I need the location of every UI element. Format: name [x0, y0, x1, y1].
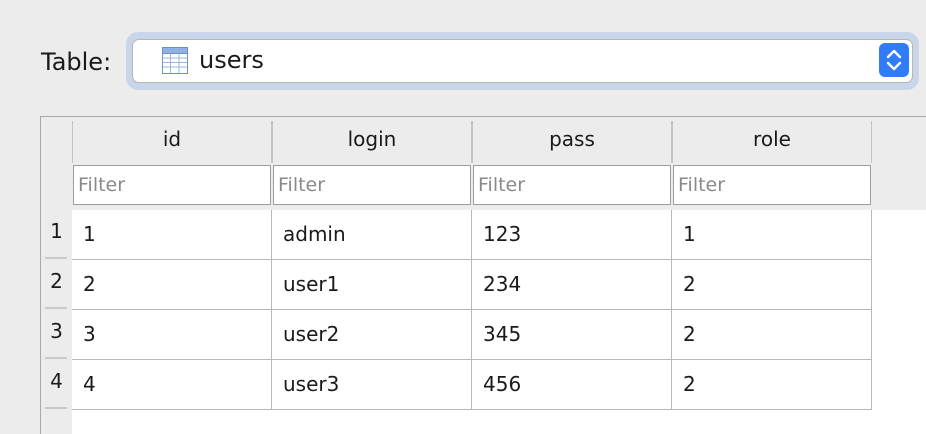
- cell-role[interactable]: 2: [672, 310, 872, 360]
- chevron-up-down-icon: [886, 49, 902, 71]
- table-label: Table:: [41, 48, 112, 76]
- table-select-value: users: [199, 46, 264, 74]
- table-row: 2 user1 234 2: [72, 260, 872, 310]
- row-divider: [45, 357, 67, 359]
- cell-pass[interactable]: 456: [472, 360, 672, 410]
- column-header-login[interactable]: login: [272, 121, 472, 163]
- row-number[interactable]: 3: [41, 311, 72, 361]
- cell-id[interactable]: 1: [72, 210, 272, 260]
- cell-role[interactable]: 1: [672, 210, 872, 260]
- filter-input-login[interactable]: [273, 165, 471, 205]
- cell-pass[interactable]: 123: [472, 210, 672, 260]
- row-number[interactable]: 2: [41, 261, 72, 311]
- cell-login[interactable]: user1: [272, 260, 472, 310]
- column-header-pass[interactable]: pass: [472, 121, 672, 163]
- cell-id[interactable]: 4: [72, 360, 272, 410]
- cell-id[interactable]: 2: [72, 260, 272, 310]
- cell-login[interactable]: admin: [272, 210, 472, 260]
- select-stepper-button[interactable]: [879, 43, 909, 77]
- table-select[interactable]: users: [132, 39, 913, 83]
- row-divider: [45, 407, 67, 409]
- row-divider: [45, 307, 67, 309]
- cell-pass[interactable]: 345: [472, 310, 672, 360]
- table-row: 1 admin 123 1: [72, 210, 872, 260]
- column-header-role[interactable]: role: [672, 121, 872, 163]
- filter-input-id[interactable]: [73, 165, 271, 205]
- cell-pass[interactable]: 234: [472, 260, 672, 310]
- filter-input-pass[interactable]: [473, 165, 671, 205]
- cell-id[interactable]: 3: [72, 310, 272, 360]
- window: Table: users id login pass role Filter F…: [0, 0, 926, 434]
- column-header-id[interactable]: id: [72, 121, 272, 163]
- table-select-focus-ring: users: [126, 32, 919, 90]
- data-grid: id login pass role 1 2 3 4 1 admin 123 1…: [40, 116, 926, 434]
- cell-role[interactable]: 2: [672, 260, 872, 310]
- cell-login[interactable]: user3: [272, 360, 472, 410]
- table-row: 4 user3 456 2: [72, 360, 872, 410]
- row-number[interactable]: 1: [41, 211, 72, 261]
- filter-input-role[interactable]: [673, 165, 871, 205]
- cell-login[interactable]: user2: [272, 310, 472, 360]
- table-grid-icon: [162, 47, 188, 74]
- cell-role[interactable]: 2: [672, 360, 872, 410]
- row-divider: [45, 257, 67, 259]
- table-row: 3 user2 345 2: [72, 310, 872, 360]
- row-number[interactable]: 4: [41, 361, 72, 411]
